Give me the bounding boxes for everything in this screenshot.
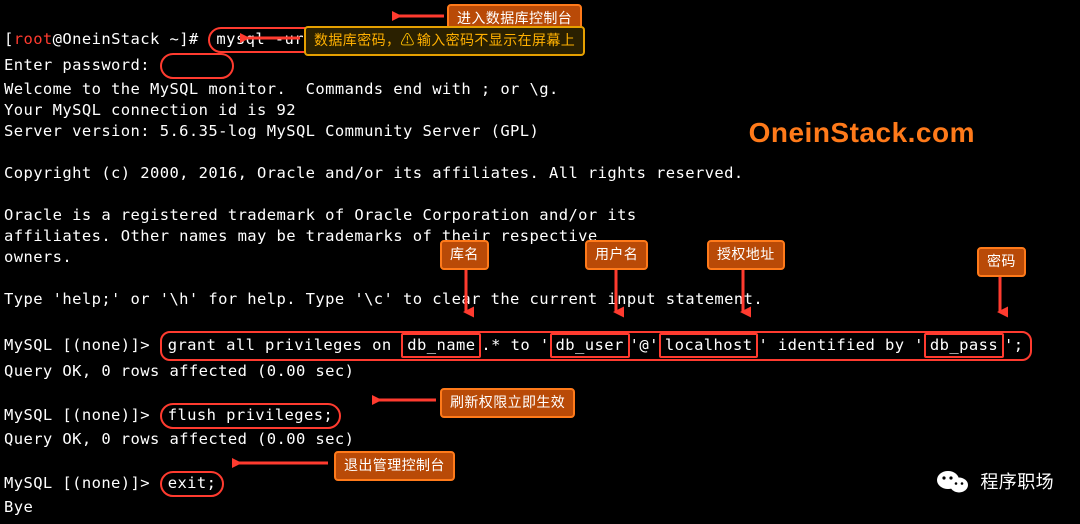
annot-dbname-label: 库名 bbox=[440, 240, 489, 270]
password-field bbox=[160, 53, 234, 79]
annot-username-label: 用户名 bbox=[585, 240, 648, 270]
arrow-db-password bbox=[240, 30, 304, 46]
arrow-authaddr bbox=[735, 262, 751, 318]
arrow-exit bbox=[232, 455, 332, 471]
prompt-cwd: ~ bbox=[160, 30, 179, 48]
line-oracle3: owners. bbox=[4, 248, 72, 266]
param-dbname: db_name bbox=[401, 333, 481, 358]
line-oracle1: Oracle is a registered trademark of Orac… bbox=[4, 206, 637, 224]
line-version: Server version: 5.6.35-log MySQL Communi… bbox=[4, 122, 539, 140]
cmd-flush: flush privileges; bbox=[160, 403, 341, 429]
grant-mid3: ' identified by ' bbox=[758, 336, 923, 354]
mysql-prompt-3: MySQL [(none)]> bbox=[4, 474, 160, 492]
cmd-exit: exit; bbox=[160, 471, 225, 497]
wechat-icon bbox=[936, 468, 970, 496]
arrow-flush bbox=[372, 392, 440, 408]
annot-pwd-hidden: 输入密码不显示在屏幕上 bbox=[417, 32, 575, 48]
prompt-sep: ]# bbox=[179, 30, 208, 48]
annot-db-password-label: 数据库密码，⚠输入密码不显示在屏幕上 bbox=[304, 26, 585, 56]
enter-password-label: Enter password: bbox=[4, 56, 150, 74]
line-copyright: Copyright (c) 2000, 2016, Oracle and/or … bbox=[4, 164, 744, 182]
line-qok-1: Query OK, 0 rows affected (0.00 sec) bbox=[4, 362, 354, 380]
line-connid: Your MySQL connection id is 92 bbox=[4, 101, 296, 119]
annot-dbname: 库名 bbox=[440, 240, 489, 270]
annot-username: 用户名 bbox=[585, 240, 648, 270]
wechat-footer: 程序职场 bbox=[936, 468, 1054, 496]
warning-icon: ⚠ bbox=[400, 32, 414, 48]
arrow-password bbox=[992, 270, 1008, 318]
mysql-prompt-2: MySQL [(none)]> bbox=[4, 406, 160, 424]
grant-prefix: grant all privileges on bbox=[168, 336, 402, 354]
annot-password: 密码 bbox=[977, 247, 1026, 277]
line-help: Type 'help;' or '\h' for help. Type '\c'… bbox=[4, 290, 763, 308]
wechat-label: 程序职场 bbox=[980, 472, 1054, 493]
param-dbpass: db_pass bbox=[924, 333, 1004, 358]
prompt-user: root bbox=[14, 30, 53, 48]
line-welcome: Welcome to the MySQL monitor. Commands e… bbox=[4, 80, 559, 98]
mysql-prompt-1: MySQL [(none)]> bbox=[4, 336, 160, 354]
arrow-dbname bbox=[458, 262, 474, 318]
param-dbhost: localhost bbox=[659, 333, 759, 358]
line-qok-2: Query OK, 0 rows affected (0.00 sec) bbox=[4, 430, 354, 448]
prompt-open: [ bbox=[4, 30, 14, 48]
annot-authaddr: 授权地址 bbox=[707, 240, 785, 270]
annot-exit: 退出管理控制台 bbox=[334, 451, 455, 481]
line-oracle2: affiliates. Other names may be trademark… bbox=[4, 227, 598, 245]
grant-end: '; bbox=[1004, 336, 1023, 354]
annot-exit-label: 退出管理控制台 bbox=[334, 451, 455, 481]
param-dbuser: db_user bbox=[550, 333, 630, 358]
line-bye: Bye bbox=[4, 498, 33, 516]
annot-flush: 刷新权限立即生效 bbox=[440, 388, 575, 418]
annot-db-password-text: 数据库密码， bbox=[314, 32, 400, 48]
terminal: [root@OneinStack ~]# mysql -uroot -p Ent… bbox=[0, 0, 1080, 524]
annot-db-password: 数据库密码，⚠输入密码不显示在屏幕上 bbox=[304, 26, 585, 56]
annot-authaddr-label: 授权地址 bbox=[707, 240, 785, 270]
annot-password-label: 密码 bbox=[977, 247, 1026, 277]
cmd-grant: grant all privileges on db_name.* to 'db… bbox=[160, 331, 1032, 361]
annot-flush-label: 刷新权限立即生效 bbox=[440, 388, 575, 418]
arrow-username bbox=[608, 262, 624, 318]
grant-mid2: '@' bbox=[630, 336, 659, 354]
grant-mid1: .* to ' bbox=[481, 336, 549, 354]
prompt-host: @OneinStack bbox=[53, 30, 160, 48]
arrow-enter-console bbox=[392, 8, 448, 24]
